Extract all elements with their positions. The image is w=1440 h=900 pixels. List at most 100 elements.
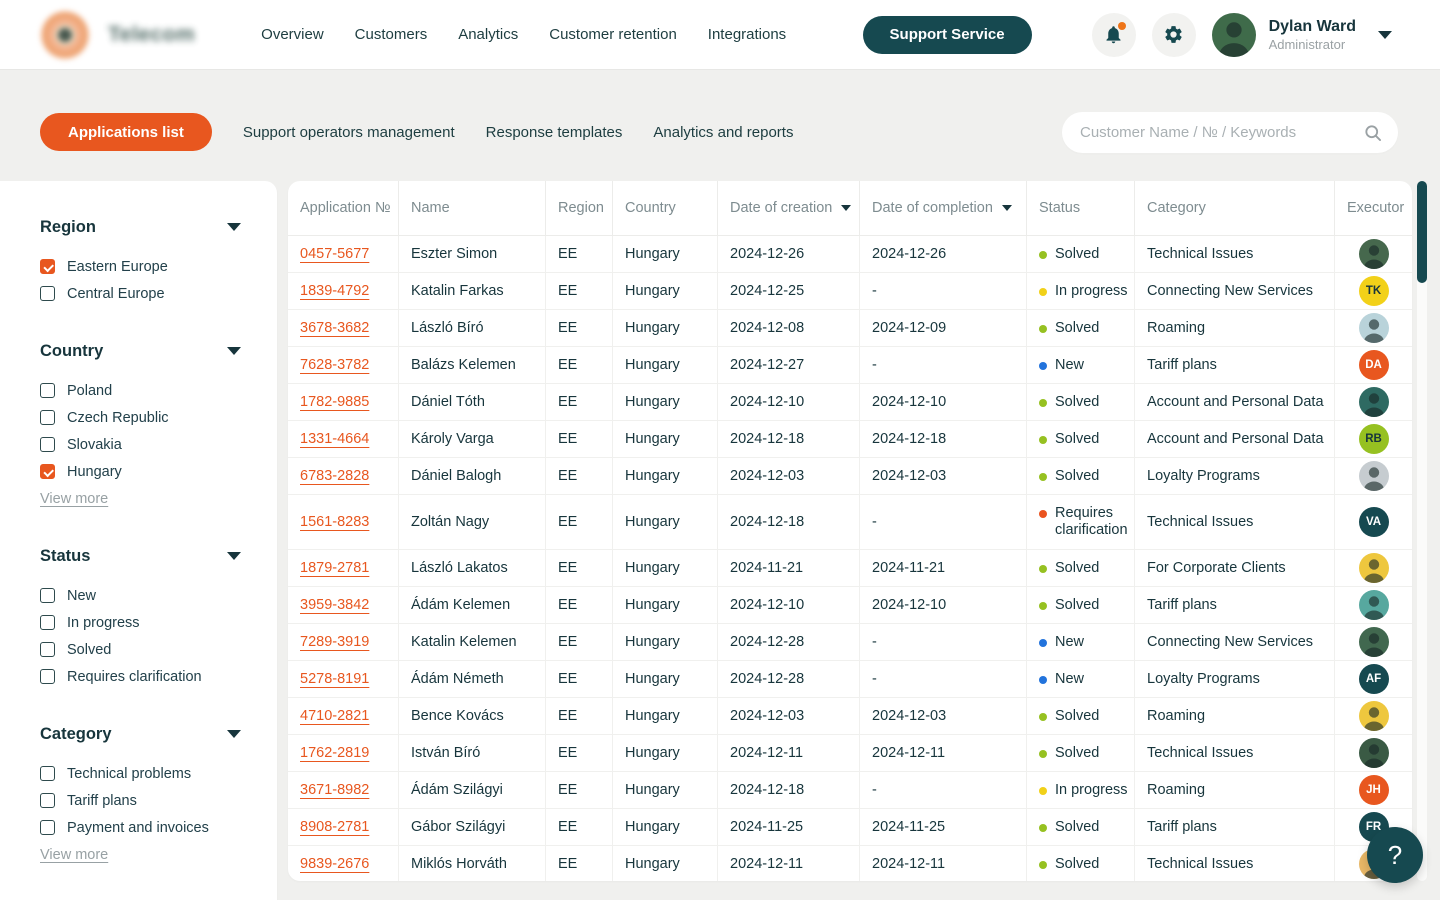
status-dot-icon <box>1039 824 1047 832</box>
checkbox[interactable] <box>40 615 55 630</box>
cell-category: Technical Issues <box>1135 735 1335 771</box>
filter-checkbox-row[interactable]: Poland <box>40 377 241 404</box>
checkbox[interactable] <box>40 437 55 452</box>
filter-checkbox-row[interactable]: Tariff plans <box>40 787 241 814</box>
application-number-link[interactable]: 7628-3782 <box>300 357 369 373</box>
application-number-link[interactable]: 1561-8283 <box>300 514 369 530</box>
nav-item-customers[interactable]: Customers <box>355 26 428 43</box>
application-number-link[interactable]: 6783-2828 <box>300 468 369 484</box>
cell-date-of-completion: 2024-12-03 <box>860 458 1027 494</box>
filter-label: Slovakia <box>67 437 122 453</box>
filter-checkbox-row[interactable]: In progress <box>40 609 241 636</box>
filter-section-region: Region Eastern Europe Central Europe <box>40 215 241 307</box>
cell-name: Dániel Tóth <box>399 384 546 420</box>
filter-checkbox-row[interactable]: Technical problems <box>40 760 241 787</box>
collapse-chevron-down-icon[interactable] <box>227 730 241 738</box>
application-number-link[interactable]: 1331-4664 <box>300 431 369 447</box>
status-dot-icon <box>1039 399 1047 407</box>
checkbox[interactable] <box>40 793 55 808</box>
tab-applications-list[interactable]: Applications list <box>40 113 212 151</box>
checkbox[interactable] <box>40 383 55 398</box>
application-number-link[interactable]: 8908-2781 <box>300 819 369 835</box>
filter-checkbox-row[interactable]: Slovakia <box>40 431 241 458</box>
table-row: 4710-2821 Bence Kovács EE Hungary 2024-1… <box>288 698 1412 735</box>
nav-item-analytics[interactable]: Analytics <box>458 26 518 43</box>
application-number-link[interactable]: 1839-4792 <box>300 283 369 299</box>
filter-checkbox-row[interactable]: Hungary <box>40 458 241 485</box>
cell-region: EE <box>546 310 613 346</box>
filter-checkbox-row[interactable]: Solved <box>40 636 241 663</box>
filter-label: Payment and invoices <box>67 820 209 836</box>
cell-region: EE <box>546 384 613 420</box>
checkbox[interactable] <box>40 286 55 301</box>
cell-date-of-creation: 2024-12-08 <box>718 310 860 346</box>
filter-checkbox-row[interactable]: New <box>40 582 241 609</box>
filter-section-header[interactable]: Status <box>40 544 241 568</box>
status-dot-icon <box>1039 787 1047 795</box>
table-row: 1879-2781 László Lakatos EE Hungary 2024… <box>288 550 1412 587</box>
checkbox[interactable] <box>40 259 55 274</box>
user-menu-chevron-down-icon[interactable] <box>1378 31 1392 39</box>
filter-checkbox-row[interactable]: Central Europe <box>40 280 241 307</box>
tab-response-templates[interactable]: Response templates <box>486 124 623 141</box>
application-number-link[interactable]: 1782-9885 <box>300 394 369 410</box>
cell-status: In progress <box>1027 772 1135 808</box>
checkbox[interactable] <box>40 642 55 657</box>
sort-chevron-down-icon[interactable] <box>1002 205 1012 211</box>
collapse-chevron-down-icon[interactable] <box>227 347 241 355</box>
checkbox[interactable] <box>40 588 55 603</box>
notifications-button[interactable] <box>1092 13 1136 57</box>
nav-item-integrations[interactable]: Integrations <box>708 26 786 43</box>
checkbox[interactable] <box>40 464 55 479</box>
tab-support-operators-management[interactable]: Support operators management <box>243 124 455 141</box>
user-avatar[interactable] <box>1212 13 1256 57</box>
application-number-link[interactable]: 3678-3682 <box>300 320 369 336</box>
filter-section-header[interactable]: Country <box>40 339 241 363</box>
logo: Telecom <box>38 8 195 62</box>
settings-button[interactable] <box>1152 13 1196 57</box>
checkbox[interactable] <box>40 669 55 684</box>
cell-executor <box>1335 587 1412 623</box>
user-menu[interactable]: Dylan Ward Administrator <box>1269 18 1356 52</box>
checkbox[interactable] <box>40 820 55 835</box>
collapse-chevron-down-icon[interactable] <box>227 552 241 560</box>
column-header: Date of creation <box>718 181 860 235</box>
checkbox[interactable] <box>40 410 55 425</box>
application-number-link[interactable]: 1879-2781 <box>300 560 369 576</box>
search-icon[interactable] <box>1363 123 1383 143</box>
table-scrollbar-track[interactable] <box>1417 181 1427 881</box>
help-button[interactable]: ? <box>1367 827 1423 883</box>
application-number-link[interactable]: 4710-2821 <box>300 708 369 724</box>
cell-category: Account and Personal Data <box>1135 421 1335 457</box>
filter-section-header[interactable]: Category <box>40 722 241 746</box>
application-number-link[interactable]: 3959-3842 <box>300 597 369 613</box>
filter-checkbox-row[interactable]: Requires clarification <box>40 663 241 690</box>
cell-status: Solved <box>1027 698 1135 734</box>
filter-checkbox-row[interactable]: Eastern Europe <box>40 253 241 280</box>
application-number-link[interactable]: 5278-8191 <box>300 671 369 687</box>
nav-item-customer-retention[interactable]: Customer retention <box>549 26 677 43</box>
application-number-link[interactable]: 9839-2676 <box>300 856 369 872</box>
support-service-button[interactable]: Support Service <box>863 16 1032 54</box>
sort-chevron-down-icon[interactable] <box>841 205 851 211</box>
cell-date-of-creation: 2024-12-10 <box>718 384 860 420</box>
view-more-link[interactable]: View more <box>40 485 241 512</box>
table-scrollbar-thumb[interactable] <box>1417 181 1427 283</box>
application-number-link[interactable]: 0457-5677 <box>300 246 369 262</box>
checkbox[interactable] <box>40 766 55 781</box>
view-more-link[interactable]: View more <box>40 841 241 868</box>
filter-checkbox-row[interactable]: Payment and invoices <box>40 814 241 841</box>
collapse-chevron-down-icon[interactable] <box>227 223 241 231</box>
application-number-link[interactable]: 3671-8982 <box>300 782 369 798</box>
filter-section-header[interactable]: Region <box>40 215 241 239</box>
search-input[interactable] <box>1062 124 1363 141</box>
nav-item-overview[interactable]: Overview <box>261 26 324 43</box>
filter-checkbox-row[interactable]: Czech Republic <box>40 404 241 431</box>
application-number-link[interactable]: 1762-2819 <box>300 745 369 761</box>
cell-date-of-creation: 2024-12-18 <box>718 495 860 549</box>
application-number-link[interactable]: 7289-3919 <box>300 634 369 650</box>
cell-date-of-completion: - <box>860 273 1027 309</box>
cell-name: Dániel Balogh <box>399 458 546 494</box>
tab-analytics-and-reports[interactable]: Analytics and reports <box>653 124 793 141</box>
cell-date-of-creation: 2024-12-03 <box>718 458 860 494</box>
